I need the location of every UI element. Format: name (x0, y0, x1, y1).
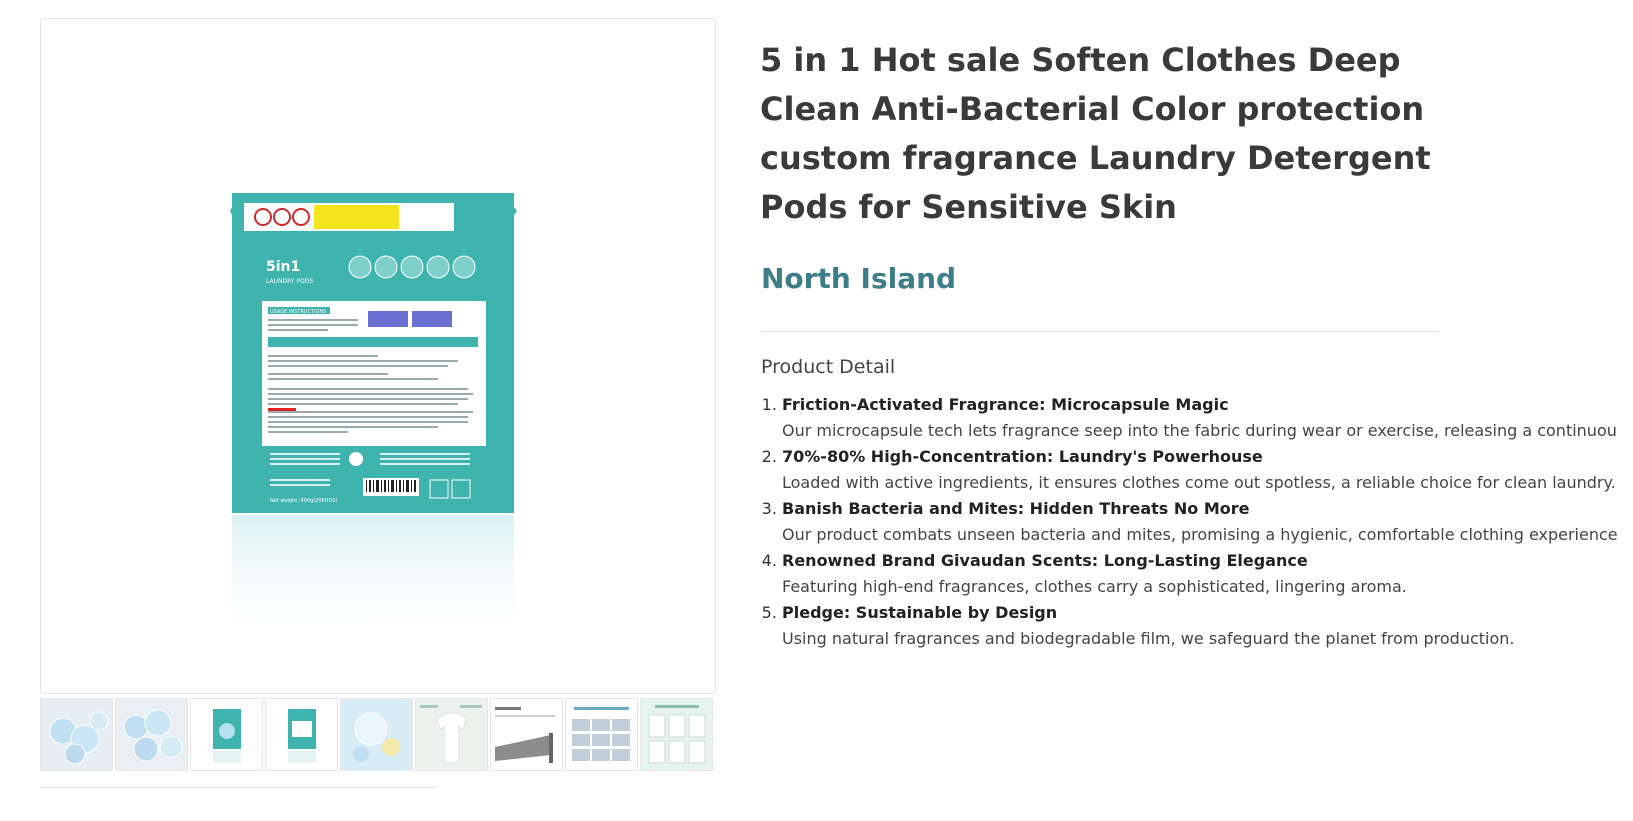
thumbnail-strip (40, 698, 718, 773)
thumbnail-8[interactable] (565, 698, 638, 771)
feature-list: Friction-Activated Fragrance: Microcapsu… (760, 392, 1633, 652)
feature-description: Loaded with active ingredients, it ensur… (782, 473, 1616, 492)
pods-image (116, 699, 187, 770)
pouch-net-weight: Net weight: 400g(20PODS) (270, 498, 338, 504)
thumbnail-6[interactable] (415, 698, 488, 771)
feature-description: Featuring high-end fragrances, clothes c… (782, 577, 1407, 596)
thumbnail-5[interactable] (340, 698, 413, 771)
thumbnail-9[interactable] (640, 698, 713, 771)
feature-title: 70%-80% High-Concentration: Laundry's Po… (782, 447, 1263, 466)
feature-item: Friction-Activated Fragrance: Microcapsu… (782, 392, 1633, 444)
feature-title: Pledge: Sustainable by Design (782, 603, 1058, 622)
thumbnail-1[interactable] (40, 698, 113, 771)
pouch-usage-heading: USAGE INSTRUCTIONS (270, 309, 326, 315)
certificates-image (641, 699, 712, 770)
feature-description: Our product combats unseen bacteria and … (782, 525, 1618, 544)
production-process-image (566, 699, 637, 770)
product-detail-heading: Product Detail (761, 356, 896, 378)
pods-image (41, 699, 112, 770)
divider (761, 331, 1439, 332)
bubbles-image (341, 699, 412, 770)
feature-title: Renowned Brand Givaudan Scents: Long-Las… (782, 551, 1308, 570)
feature-title: Banish Bacteria and Mites: Hidden Threat… (782, 499, 1250, 518)
feature-item: Renowned Brand Givaudan Scents: Long-Las… (782, 548, 1633, 600)
divider (40, 787, 437, 788)
feature-description: Using natural fragrances and biodegradab… (782, 629, 1515, 648)
product-title: 5 in 1 Hot sale Soften Clothes Deep Clea… (760, 41, 1431, 226)
pouch-sub-text: LAUNDRY PODS (266, 278, 313, 285)
pouch-front-image (191, 699, 262, 770)
pouch-brand-text: 5in1 (266, 259, 300, 275)
feature-description: Our microcapsule tech lets fragrance see… (782, 421, 1617, 440)
thumbnail-7[interactable] (490, 698, 563, 771)
thumbnail-3[interactable] (190, 698, 263, 771)
shirt-image (416, 699, 487, 770)
brand-name[interactable]: North Island (761, 262, 956, 295)
pouch-back-image: 5in1 LAUNDRY PODS USAGE INSTRUCTIONS Net… (230, 193, 517, 653)
feature-item: Banish Bacteria and Mites: Hidden Threat… (782, 496, 1633, 548)
main-product-image[interactable]: 5in1 LAUNDRY PODS USAGE INSTRUCTIONS Net… (40, 18, 716, 694)
thumbnail-4[interactable] (265, 698, 338, 771)
thumbnail-2[interactable] (115, 698, 188, 771)
feature-item: Pledge: Sustainable by Design Using natu… (782, 600, 1633, 652)
feature-title: Friction-Activated Fragrance: Microcapsu… (782, 395, 1229, 414)
givaudan-image (491, 699, 562, 770)
feature-item: 70%-80% High-Concentration: Laundry's Po… (782, 444, 1633, 496)
pouch-back-image (266, 699, 337, 770)
